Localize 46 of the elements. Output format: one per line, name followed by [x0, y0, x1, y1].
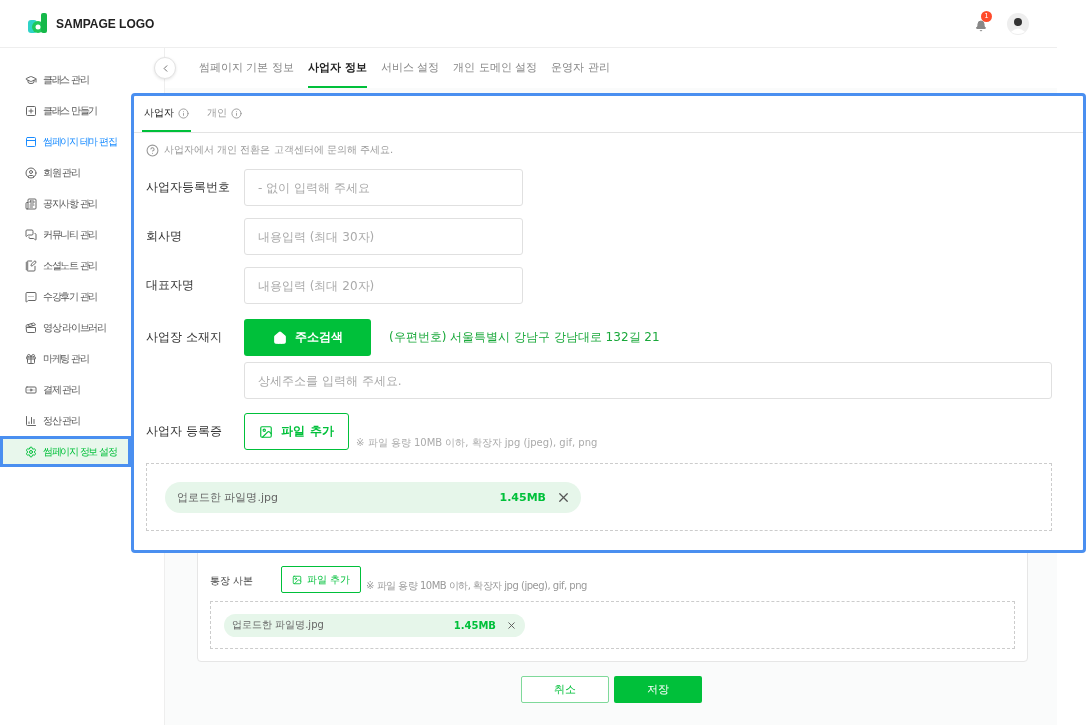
tab[interactable]: 운영자 관리 [551, 48, 610, 88]
file-chip: 업로드한 파일명.jpg 1.45MB [165, 481, 581, 513]
image-icon [291, 574, 302, 585]
info-icon [231, 107, 242, 119]
menu-icon [25, 197, 37, 210]
logo-text: SAMPAGE LOGO [56, 16, 155, 31]
menu-icon [25, 383, 37, 396]
field-label: 회사명 [146, 228, 183, 245]
file-hint: ※ 파일 용량 10MB 이하, 확장자 jpg (jpeg), gif, png [356, 436, 598, 450]
house-icon [272, 330, 287, 345]
file-chip: 업로드한 파일명.jpg 1.45MB [224, 613, 525, 637]
input-field[interactable]: 내용입력 (최대 30자) [244, 218, 523, 255]
menu-icon [25, 104, 37, 117]
menu-icon [25, 73, 37, 86]
input-field[interactable]: 상세주소를 입력해 주세요. [244, 362, 1052, 399]
field-label: 사업자등록번호 [146, 179, 231, 196]
sub-tab[interactable]: 사업자 [142, 96, 191, 132]
menu-icon [25, 135, 37, 148]
menu-icon [25, 352, 37, 365]
info-icon [178, 107, 189, 119]
file-hint: ※ 파일 용량 10MB 이하, 확장자 jpg (jpeg), gif, png [366, 579, 587, 593]
close-icon[interactable] [506, 619, 517, 631]
image-icon [259, 424, 274, 439]
tab[interactable]: 개인 도메인 설정 [453, 48, 538, 88]
menu-icon [25, 321, 37, 334]
logo-icon [28, 12, 48, 35]
tab[interactable]: 사업자 정보 [308, 48, 367, 88]
field-label: 사업장 소재지 [146, 329, 223, 346]
field-label: 통장 사본 [210, 574, 255, 588]
menu-icon [25, 228, 37, 241]
tab[interactable]: 썸페이지 기본 정보 [199, 48, 294, 88]
menu-icon [25, 290, 37, 303]
input-field[interactable]: 내용입력 (최대 20자) [244, 267, 523, 304]
tab[interactable]: 서비스 설정 [380, 48, 440, 88]
menu-icon [25, 166, 37, 179]
bell-icon[interactable] [975, 19, 987, 32]
menu-icon [25, 445, 37, 458]
address-text: (우편번호) 서울특별시 강남구 강남대로 132길 21 [389, 329, 660, 346]
field-label: 대표자명 [146, 277, 195, 294]
input-field[interactable]: - 없이 입력해 주세요 [244, 169, 523, 206]
help-icon [146, 143, 159, 157]
notice-text: 사업자에서 개인 전환은 고객센터에 문의해 주세요. [164, 143, 394, 157]
field-label: 사업자 등록증 [146, 423, 223, 440]
menu-icon [25, 259, 37, 272]
menu-icon [25, 414, 37, 427]
avatar-icon[interactable] [1007, 12, 1029, 35]
